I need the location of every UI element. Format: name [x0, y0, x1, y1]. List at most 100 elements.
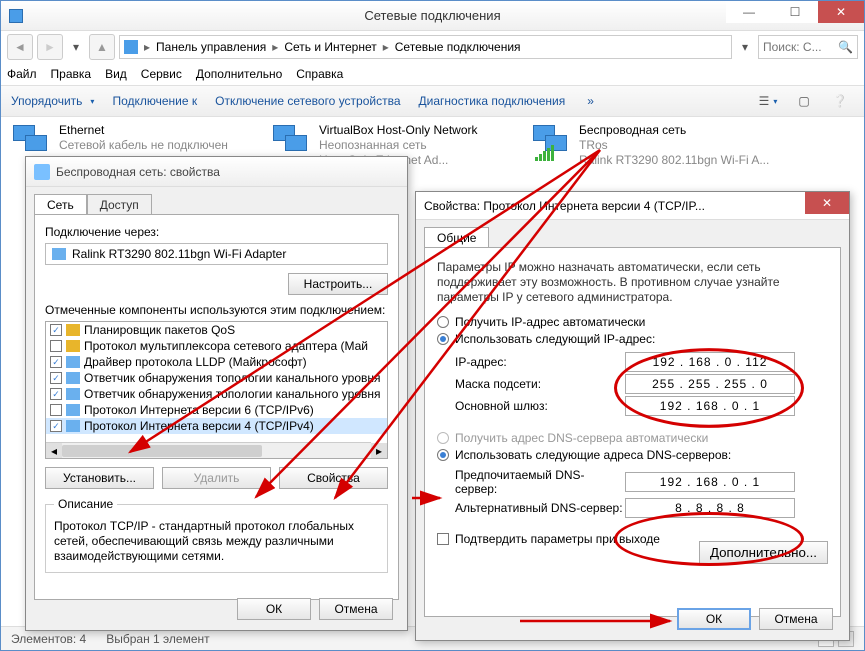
checkbox[interactable]: ✓: [50, 388, 62, 400]
ok-button[interactable]: ОК: [237, 598, 311, 620]
install-button[interactable]: Установить...: [45, 467, 154, 489]
alternate-dns-input[interactable]: 8 . 8 . 8 . 8: [625, 498, 795, 518]
checkbox[interactable]: ✓: [50, 356, 62, 368]
components-label: Отмеченные компоненты используются этим …: [45, 303, 388, 317]
close-button[interactable]: ✕: [805, 192, 849, 214]
adapter-field: Ralink RT3290 802.11bgn Wi-Fi Adapter: [45, 243, 388, 265]
search-icon: 🔍: [838, 40, 853, 54]
minimize-button[interactable]: —: [726, 1, 772, 23]
protocol-icon: [66, 388, 80, 400]
list-item[interactable]: Протокол Интернета версии 6 (TCP/IPv6): [46, 402, 387, 418]
diagnose-button[interactable]: Диагностика подключения: [419, 94, 566, 108]
radio-auto-dns: Получить адрес DNS-сервера автоматически: [437, 431, 828, 445]
tab-network[interactable]: Сеть: [34, 194, 87, 215]
back-button[interactable]: ◄: [7, 34, 33, 60]
list-item[interactable]: Протокол мультиплексора сетевого адаптер…: [46, 338, 387, 354]
list-item[interactable]: ✓ Драйвер протокола LLDP (Майкрософт): [46, 354, 387, 370]
disable-device-button[interactable]: Отключение сетевого устройства: [215, 94, 400, 108]
menu-help[interactable]: Справка: [296, 67, 343, 81]
horizontal-scrollbar[interactable]: ◂ ▸: [46, 442, 371, 458]
maximize-button[interactable]: ☐: [772, 1, 818, 23]
window-title: Сетевые подключения: [364, 8, 500, 23]
checkbox[interactable]: ✓: [50, 324, 62, 336]
protocol-icon: [66, 372, 80, 384]
checkbox[interactable]: ✓: [50, 372, 62, 384]
protocol-icon: [66, 324, 80, 336]
titlebar: Сетевые подключения — ☐ ✕: [1, 1, 864, 31]
scroll-thumb[interactable]: [62, 445, 262, 457]
organize-button[interactable]: Упорядочить: [11, 94, 94, 108]
window-icon: [9, 9, 23, 23]
menu-bar: Файл Правка Вид Сервис Дополнительно Спр…: [1, 63, 864, 85]
search-box[interactable]: 🔍: [758, 35, 858, 59]
status-count: Элементов: 4: [11, 632, 86, 646]
more-chevron[interactable]: »: [587, 94, 594, 108]
menu-service[interactable]: Сервис: [141, 67, 182, 81]
breadcrumb[interactable]: ▸ Панель управления ▸ Сеть и Интернет ▸ …: [119, 35, 732, 59]
help-icon[interactable]: ❔: [826, 90, 854, 112]
list-item[interactable]: ✓ Протокол Интернета версии 4 (TCP/IPv4): [46, 418, 387, 434]
checkbox[interactable]: [50, 340, 62, 352]
list-item[interactable]: ✓ Планировщик пакетов QoS: [46, 322, 387, 338]
item-label: Ответчик обнаружения топологии канальног…: [84, 387, 381, 401]
network-icon: [124, 40, 138, 54]
properties-button[interactable]: Свойства: [279, 467, 388, 489]
configure-button[interactable]: Настроить...: [288, 273, 388, 295]
mask-label: Маска подсети:: [455, 377, 625, 391]
dns2-label: Альтернативный DNS-сервер:: [455, 501, 625, 515]
wireless-properties-dialog: Беспроводная сеть: свойства Сеть Доступ …: [25, 156, 408, 631]
refresh-dropdown[interactable]: ▾: [736, 34, 754, 60]
cancel-button[interactable]: Отмена: [319, 598, 393, 620]
connect-via-label: Подключение через:: [45, 225, 388, 239]
components-list[interactable]: ✓ Планировщик пакетов QoSПротокол мультип…: [45, 321, 388, 459]
checkbox[interactable]: ✓: [50, 420, 62, 432]
tab-access[interactable]: Доступ: [87, 194, 152, 215]
connect-to-button[interactable]: Подключение к: [112, 94, 197, 108]
preferred-dns-input[interactable]: 192 . 168 . 0 . 1: [625, 472, 795, 492]
ip-address-input[interactable]: 192 . 168 . 0 . 112: [625, 352, 795, 372]
dns1-label: Предпочитаемый DNS-сервер:: [455, 468, 625, 496]
checkbox[interactable]: [50, 404, 62, 416]
close-button[interactable]: ✕: [818, 1, 864, 23]
forward-button[interactable]: ►: [37, 34, 63, 60]
up-button[interactable]: ▲: [89, 34, 115, 60]
item-label: Ответчик обнаружения топологии канальног…: [84, 371, 381, 385]
scroll-right-icon[interactable]: ▸: [371, 443, 387, 459]
list-item[interactable]: ✓ Ответчик обнаружения топологии канально…: [46, 386, 387, 402]
protocol-icon: [66, 340, 80, 352]
gateway-label: Основной шлюз:: [455, 399, 625, 413]
ok-button[interactable]: ОК: [677, 608, 751, 630]
item-label: Планировщик пакетов QoS: [84, 323, 235, 337]
protocol-icon: [66, 420, 80, 432]
advanced-button[interactable]: Дополнительно...: [699, 541, 828, 564]
wifi-icon: [34, 164, 50, 180]
protocol-icon: [66, 404, 80, 416]
menu-file[interactable]: Файл: [7, 67, 37, 81]
list-item[interactable]: ✓ Ответчик обнаружения топологии канально…: [46, 370, 387, 386]
radio-manual-dns[interactable]: Использовать следующие адреса DNS-сервер…: [437, 448, 828, 462]
remove-button: Удалить: [162, 467, 271, 489]
description-group: Описание Протокол TCP/IP - стандартный п…: [45, 497, 388, 573]
cancel-button[interactable]: Отмена: [759, 608, 833, 630]
subnet-mask-input[interactable]: 255 . 255 . 255 . 0: [625, 374, 795, 394]
menu-view[interactable]: Вид: [105, 67, 127, 81]
ipv4-properties-dialog: Свойства: Протокол Интернета версии 4 (T…: [415, 191, 850, 641]
radio-manual-ip[interactable]: Использовать следующий IP-адрес:: [437, 332, 828, 346]
history-dropdown[interactable]: ▾: [67, 34, 85, 60]
preview-pane-icon[interactable]: ▢: [790, 90, 818, 112]
item-label: Драйвер протокола LLDP (Майкрософт): [84, 355, 307, 369]
search-input[interactable]: [763, 40, 838, 54]
connection-wireless[interactable]: Беспроводная сетьTRosRalink RT3290 802.1…: [531, 123, 791, 168]
menu-edit[interactable]: Правка: [51, 67, 92, 81]
dialog-titlebar: Беспроводная сеть: свойства: [26, 157, 407, 187]
status-selected: Выбран 1 элемент: [106, 632, 209, 646]
scroll-left-icon[interactable]: ◂: [46, 443, 62, 459]
radio-auto-ip[interactable]: Получить IP-адрес автоматически: [437, 315, 828, 329]
gateway-input[interactable]: 192 . 168 . 0 . 1: [625, 396, 795, 416]
item-label: Протокол Интернета версии 4 (TCP/IPv4): [84, 419, 314, 433]
menu-extra[interactable]: Дополнительно: [196, 67, 282, 81]
dialog-titlebar: Свойства: Протокол Интернета версии 4 (T…: [416, 192, 849, 220]
tab-general[interactable]: Общие: [424, 227, 489, 248]
view-options-icon[interactable]: ☰: [754, 90, 782, 112]
note-text: Параметры IP можно назначать автоматичес…: [437, 260, 828, 305]
